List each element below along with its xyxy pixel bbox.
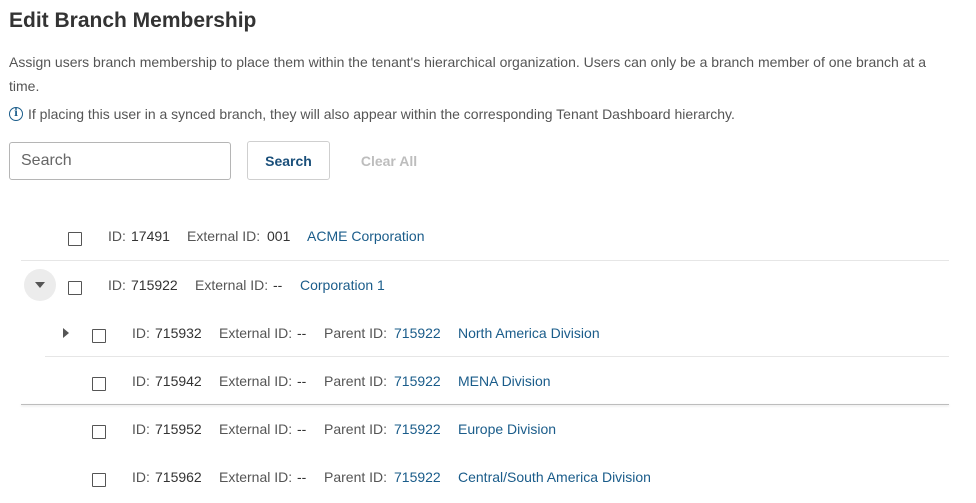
branch-name-link[interactable]: Central/South America Division xyxy=(458,453,651,501)
clear-all-button[interactable]: Clear All xyxy=(347,141,431,180)
id-label: ID: xyxy=(132,421,150,437)
branch-row: ID: 715962 External ID: -- Parent ID: 71… xyxy=(0,453,976,501)
branch-external-id: -- xyxy=(297,469,307,485)
branch-name-link[interactable]: Corporation 1 xyxy=(300,261,385,309)
parent-id-link[interactable]: 715922 xyxy=(394,453,441,501)
collapse-toggle[interactable] xyxy=(24,269,56,301)
id-label: ID: xyxy=(108,277,126,293)
external-id-label: External ID: xyxy=(219,373,293,389)
external-id-label: External ID: xyxy=(219,421,293,437)
branch-id: 715922 xyxy=(131,277,178,293)
info-icon: i xyxy=(9,107,23,121)
branch-external-id: -- xyxy=(297,421,307,437)
info-note-text: If placing this user in a synced branch,… xyxy=(28,106,735,122)
info-note: i If placing this user in a synced branc… xyxy=(9,103,735,125)
branch-external-id: 001 xyxy=(267,228,291,244)
branch-name-link[interactable]: Europe Division xyxy=(458,405,556,453)
id-label: ID: xyxy=(132,325,150,341)
branch-checkbox[interactable] xyxy=(92,329,106,343)
parent-id-link[interactable]: 715922 xyxy=(394,309,441,357)
external-id-label: External ID: xyxy=(219,469,293,485)
parent-id-link[interactable]: 715922 xyxy=(394,405,441,453)
branch-id: 715942 xyxy=(155,373,202,389)
branch-checkbox[interactable] xyxy=(92,473,106,487)
parent-id-label: Parent ID: xyxy=(324,469,388,485)
branch-name-link[interactable]: ACME Corporation xyxy=(307,212,425,260)
parent-id-link[interactable]: 715922 xyxy=(394,357,441,405)
branch-checkbox[interactable] xyxy=(92,377,106,391)
id-label: ID: xyxy=(108,228,126,244)
parent-id-label: Parent ID: xyxy=(324,421,388,437)
branch-id: 715962 xyxy=(155,469,202,485)
page-description: Assign users branch membership to place … xyxy=(9,54,927,94)
branch-name-link[interactable]: North America Division xyxy=(458,309,600,357)
branch-row: ID: 17491 External ID: 001 ACME Corporat… xyxy=(0,212,976,260)
branch-external-id: -- xyxy=(273,277,283,293)
parent-id-label: Parent ID: xyxy=(324,325,388,341)
page-title: Edit Branch Membership xyxy=(9,9,257,32)
branch-checkbox[interactable] xyxy=(68,281,82,295)
id-label: ID: xyxy=(132,469,150,485)
branch-name-link[interactable]: MENA Division xyxy=(458,357,551,405)
search-input[interactable] xyxy=(9,142,231,180)
id-label: ID: xyxy=(132,373,150,389)
chevron-down-icon xyxy=(35,282,45,288)
branch-row: ID: 715942 External ID: -- Parent ID: 71… xyxy=(0,357,976,405)
branch-id: 17491 xyxy=(131,228,170,244)
search-button[interactable]: Search xyxy=(247,141,330,180)
branch-checkbox[interactable] xyxy=(68,232,82,246)
branch-row: ID: 715932 External ID: -- Parent ID: 71… xyxy=(0,309,976,357)
external-id-label: External ID: xyxy=(219,325,293,341)
branch-external-id: -- xyxy=(297,325,307,341)
branch-row: ID: 715952 External ID: -- Parent ID: 71… xyxy=(0,405,976,453)
branch-row: ID: 715922 External ID: -- Corporation 1 xyxy=(0,261,976,309)
branch-checkbox[interactable] xyxy=(92,425,106,439)
branch-id: 715932 xyxy=(155,325,202,341)
branch-id: 715952 xyxy=(155,421,202,437)
external-id-label: External ID: xyxy=(195,277,269,293)
chevron-right-icon[interactable] xyxy=(63,328,69,338)
branch-external-id: -- xyxy=(297,373,307,389)
parent-id-label: Parent ID: xyxy=(324,373,388,389)
external-id-label: External ID: xyxy=(187,228,261,244)
